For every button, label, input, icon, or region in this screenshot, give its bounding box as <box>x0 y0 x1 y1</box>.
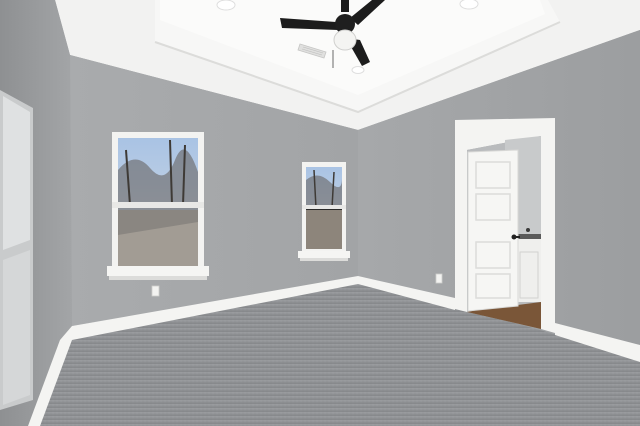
bedroom-photo <box>0 0 640 426</box>
recessed-light-icon <box>459 0 479 10</box>
recessed-light-icon <box>216 0 236 11</box>
outlet-icon <box>151 285 160 297</box>
interior-door[interactable] <box>467 149 520 312</box>
window-small <box>298 162 350 261</box>
window-large <box>107 132 209 280</box>
left-window-glare <box>0 90 33 410</box>
outlet-icon <box>435 273 443 284</box>
recessed-light-icon <box>351 66 365 74</box>
